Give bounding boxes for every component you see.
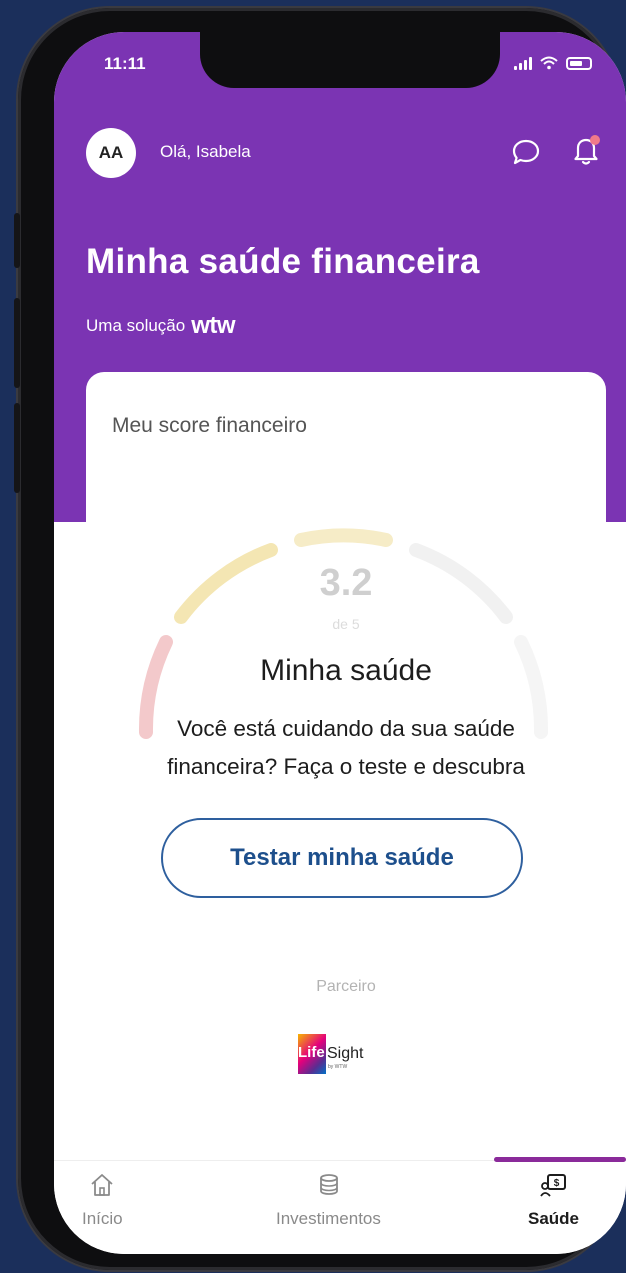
nav-item-investimentos[interactable]: Investimentos [276, 1171, 381, 1229]
partner-label: Parceiro [316, 978, 376, 995]
volume-up-button [14, 298, 20, 388]
test-health-button[interactable]: Testar minha saúde [161, 818, 523, 898]
page-title: Minha saúde financeira [86, 242, 480, 281]
score-card: Meu score financeiro 3.2 de 5 Minha saúd… [86, 372, 606, 1152]
active-tab-indicator [494, 1157, 626, 1162]
promo-text: Você está cuidando da sua saúde financei… [96, 710, 596, 786]
lifesight-logo-byline: by WTW [328, 1064, 348, 1070]
status-icons [514, 56, 592, 70]
status-time: 11:11 [104, 54, 146, 73]
score-scale: de 5 [332, 616, 360, 632]
notification-bell-icon[interactable] [568, 132, 604, 168]
lifesight-logo-mark: Life [298, 1034, 326, 1074]
battery-icon [566, 56, 592, 70]
card-title: Meu score financeiro [112, 414, 307, 437]
lifesight-logo-sight: Sight [327, 1045, 364, 1062]
nav-item-saude[interactable]: $ Saúde [528, 1171, 579, 1229]
home-icon [91, 1174, 113, 1196]
lifesight-logo: Life Sight by WTW [298, 1032, 388, 1076]
promo-title: Minha saúde [260, 654, 432, 687]
phone-frame: 11:11 AA Olá, Isabela Minha saúde financ… [14, 8, 626, 1270]
app-screen: 11:11 AA Olá, Isabela Minha saúde financ… [54, 32, 626, 1254]
subtitle: Uma solução wtw [86, 312, 236, 340]
avatar[interactable]: AA [86, 128, 136, 178]
coins-icon [320, 1174, 339, 1195]
mute-switch [14, 213, 20, 268]
wifi-icon [540, 56, 558, 70]
signal-icon [514, 56, 532, 70]
lifesight-logo-life: Life [298, 1044, 325, 1061]
promo-text-line2: financeira? Faça o teste e descubra [167, 754, 525, 779]
nav-label-saude: Saúde [528, 1209, 580, 1228]
chat-icon[interactable] [510, 136, 542, 168]
health-finance-icon: $ [539, 1174, 566, 1197]
nav-label-investimentos: Investimentos [276, 1209, 381, 1228]
nav-item-inicio[interactable]: Início [82, 1171, 123, 1229]
volume-down-button [14, 403, 20, 493]
svg-text:$: $ [553, 1178, 559, 1189]
greeting-text: Olá, Isabela [160, 142, 251, 161]
nav-label-inicio: Início [82, 1209, 123, 1228]
wtw-logo: wtw [191, 312, 236, 339]
score-value: 3.2 [319, 562, 373, 604]
camera-notch [200, 32, 500, 88]
bottom-nav: Início Investimentos $ Saúde [54, 1157, 626, 1254]
promo-text-line1: Você está cuidando da sua saúde [177, 716, 515, 741]
subtitle-prefix: Uma solução [86, 316, 186, 335]
